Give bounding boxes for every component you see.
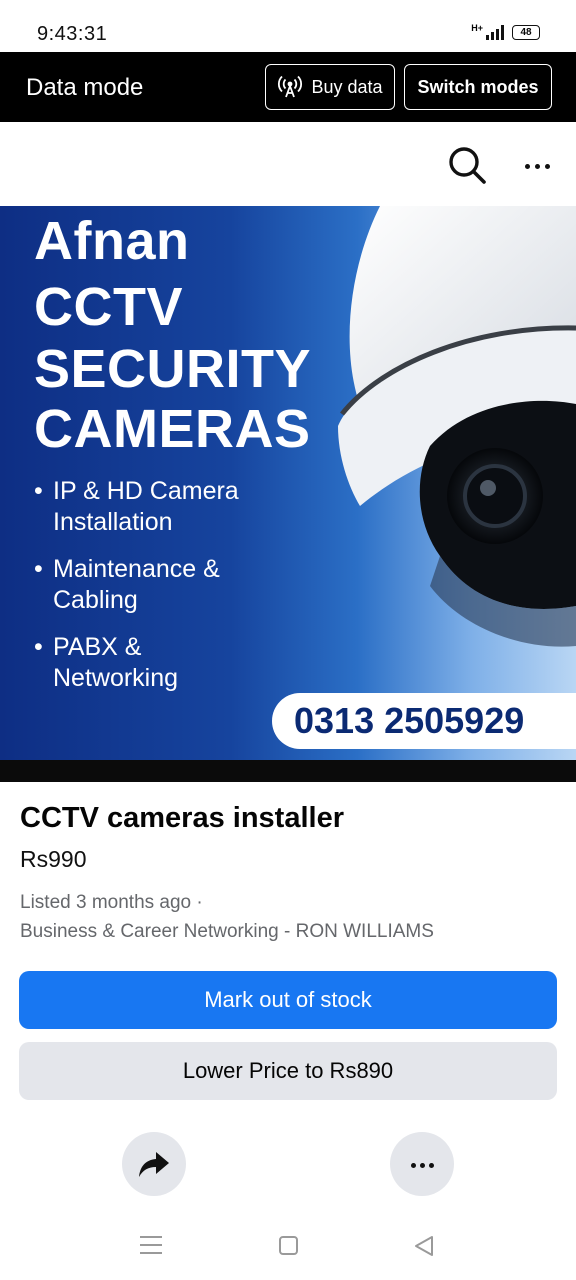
more-icon: [522, 156, 552, 174]
more-button[interactable]: [516, 144, 558, 186]
status-icons: H+ 48: [471, 24, 540, 40]
battery-icon: 48: [512, 24, 540, 40]
service-line: Installation: [53, 508, 173, 536]
service-line: Networking: [53, 664, 179, 692]
service-line: PABX &: [53, 633, 142, 661]
data-mode-title: Data mode: [26, 74, 144, 101]
banner-title-line: CCTV: [34, 277, 183, 337]
listing-category[interactable]: Business & Career Networking - RON WILLI…: [20, 921, 434, 943]
listing-time: Listed 3 months ago ·: [20, 892, 203, 913]
service-line: IP & HD Camera: [53, 477, 239, 505]
signal-icon: H+: [471, 24, 504, 40]
system-nav-bar: [0, 1210, 576, 1280]
lower-price-label: Lower Price to Rs890: [182, 1058, 394, 1083]
back-icon[interactable]: [412, 1234, 436, 1258]
battery-level: 48: [520, 26, 532, 38]
listing-image[interactable]: Afnan CCTV SECURITY CAMERAS IP & HD Came…: [0, 206, 576, 760]
listing-title: CCTV cameras installer: [20, 802, 344, 834]
banner-title-line: CAMERAS: [34, 399, 311, 459]
mark-out-of-stock-label: Mark out of stock: [204, 987, 372, 1012]
banner-services-list: IP & HD Camera Installation Maintenance …: [34, 476, 239, 710]
image-bottom-strip: [0, 760, 576, 782]
search-icon: [449, 147, 486, 184]
search-button[interactable]: [446, 144, 488, 186]
mark-out-of-stock-button[interactable]: Mark out of stock: [19, 971, 557, 1029]
status-time: 9:43:31: [37, 23, 108, 45]
lower-price-button[interactable]: Lower Price to Rs890: [19, 1042, 557, 1100]
buy-data-button[interactable]: Buy data: [265, 64, 395, 110]
banner-service-item: Maintenance & Cabling: [34, 554, 239, 616]
listing-price: Rs990: [20, 846, 87, 872]
service-line: Maintenance &: [53, 555, 220, 583]
home-icon[interactable]: [279, 1236, 298, 1255]
more-icon: [409, 1155, 436, 1173]
banner-title-line: SECURITY: [34, 339, 312, 399]
antenna-icon: [278, 75, 303, 98]
status-bar: 9:43:31 H+ 48: [0, 0, 576, 52]
banner-service-item: PABX & Networking: [34, 632, 239, 694]
switch-modes-label: Switch modes: [417, 76, 539, 97]
listing-options-button[interactable]: [390, 1132, 454, 1196]
buy-data-label: Buy data: [311, 76, 383, 97]
recents-icon[interactable]: [140, 1236, 162, 1254]
share-icon: [139, 1152, 169, 1177]
top-actions: [0, 122, 576, 206]
banner-title-line: Afnan: [34, 211, 190, 271]
share-button[interactable]: [122, 1132, 186, 1196]
service-line: Cabling: [53, 586, 138, 614]
cctv-camera-illustration: [338, 206, 576, 647]
network-type: H+: [471, 23, 483, 33]
switch-modes-button[interactable]: Switch modes: [404, 64, 552, 110]
banner-service-item: IP & HD Camera Installation: [34, 476, 239, 538]
banner-phone-number: 0313 2505929: [272, 693, 576, 749]
data-mode-bar: Data mode Buy data Switch modes: [0, 52, 576, 122]
